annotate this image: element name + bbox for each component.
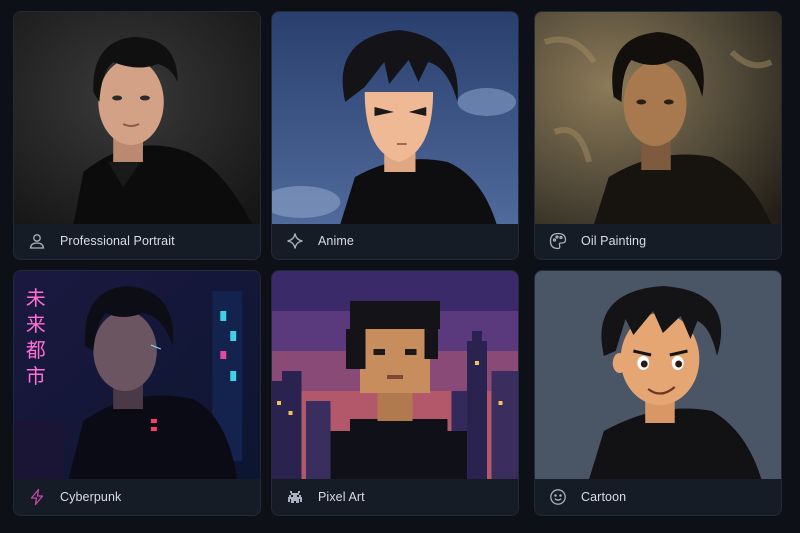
preview-image-professional-portrait — [14, 12, 260, 224]
svg-text:来: 来 — [26, 313, 46, 336]
card-footer: Cyberpunk — [14, 479, 260, 515]
style-card-cartoon[interactable]: Cartoon — [534, 270, 782, 516]
svg-text:未: 未 — [26, 287, 46, 310]
card-footer: Anime — [272, 223, 518, 259]
style-card-anime[interactable]: Anime — [271, 11, 519, 260]
preview-image-pixel-art — [272, 271, 518, 479]
style-label: Cyberpunk — [60, 490, 122, 504]
preview-image-oil-painting — [535, 12, 781, 224]
style-label: Anime — [318, 234, 354, 248]
style-label: Cartoon — [581, 490, 627, 504]
style-label: Oil Painting — [581, 234, 647, 248]
style-label: Pixel Art — [318, 490, 365, 504]
card-footer: Cartoon — [535, 479, 781, 515]
card-footer: Professional Portrait — [14, 223, 260, 259]
space-invader-icon — [286, 488, 304, 506]
sparkle-icon — [286, 232, 304, 250]
card-footer: Oil Painting — [535, 223, 781, 259]
style-card-cyberpunk[interactable]: 未 来 都 市 Cyberpunk — [13, 270, 261, 516]
palette-icon — [549, 232, 567, 250]
style-card-professional-portrait[interactable]: Professional Portrait — [13, 11, 261, 260]
preview-image-cartoon — [535, 271, 781, 479]
preview-image-anime — [272, 12, 518, 224]
user-icon — [28, 232, 46, 250]
svg-text:市: 市 — [26, 365, 46, 388]
card-footer: Pixel Art — [272, 479, 518, 515]
lightning-icon — [28, 488, 46, 506]
style-grid: Professional Portrait Anime Oil Painting… — [0, 0, 800, 533]
smiley-icon — [549, 488, 567, 506]
preview-image-cyberpunk: 未 来 都 市 — [14, 271, 260, 479]
style-card-pixel-art[interactable]: Pixel Art — [271, 270, 519, 516]
svg-text:都: 都 — [26, 339, 46, 362]
style-label: Professional Portrait — [60, 234, 175, 248]
style-card-oil-painting[interactable]: Oil Painting — [534, 11, 782, 260]
